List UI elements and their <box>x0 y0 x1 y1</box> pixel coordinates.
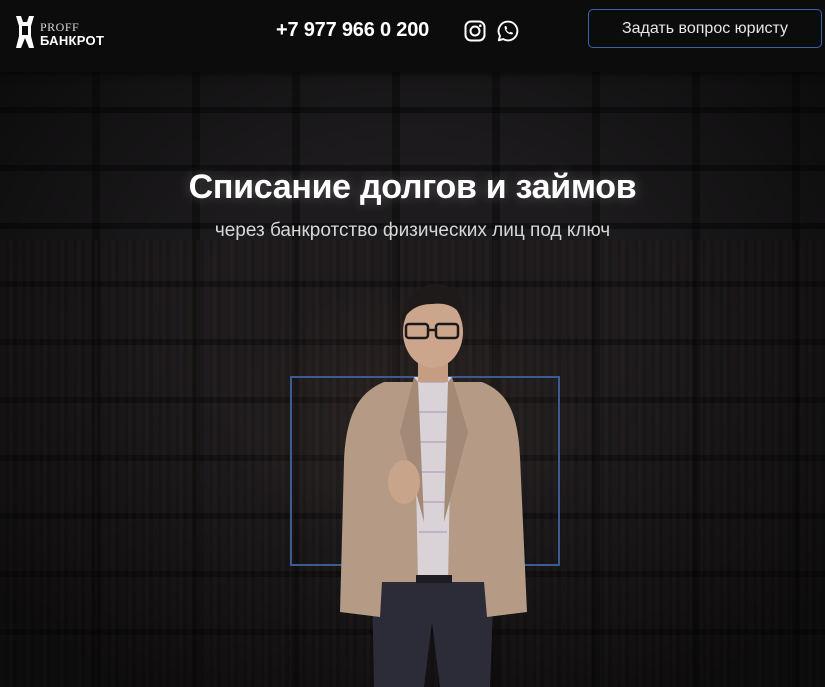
logo[interactable]: PROFF БАНКРОТ <box>14 14 110 54</box>
logo-text-bankrot: БАНКРОТ <box>40 33 105 48</box>
hero-subtitle: через банкротство физических лиц под клю… <box>214 220 611 241</box>
hero-title: Списание долгов и займов <box>188 168 637 206</box>
whatsapp-icon[interactable] <box>497 20 519 42</box>
instagram-icon[interactable] <box>464 20 486 42</box>
site-header: PROFF БАНКРОТ +7 977 966 0 200 Задать во… <box>0 0 825 72</box>
ask-lawyer-button[interactable]: Задать вопрос юристу <box>588 9 822 48</box>
phone-number[interactable]: +7 977 966 0 200 <box>276 19 429 42</box>
lawyer-photo <box>340 284 527 687</box>
logo-figure-icon <box>16 16 34 48</box>
